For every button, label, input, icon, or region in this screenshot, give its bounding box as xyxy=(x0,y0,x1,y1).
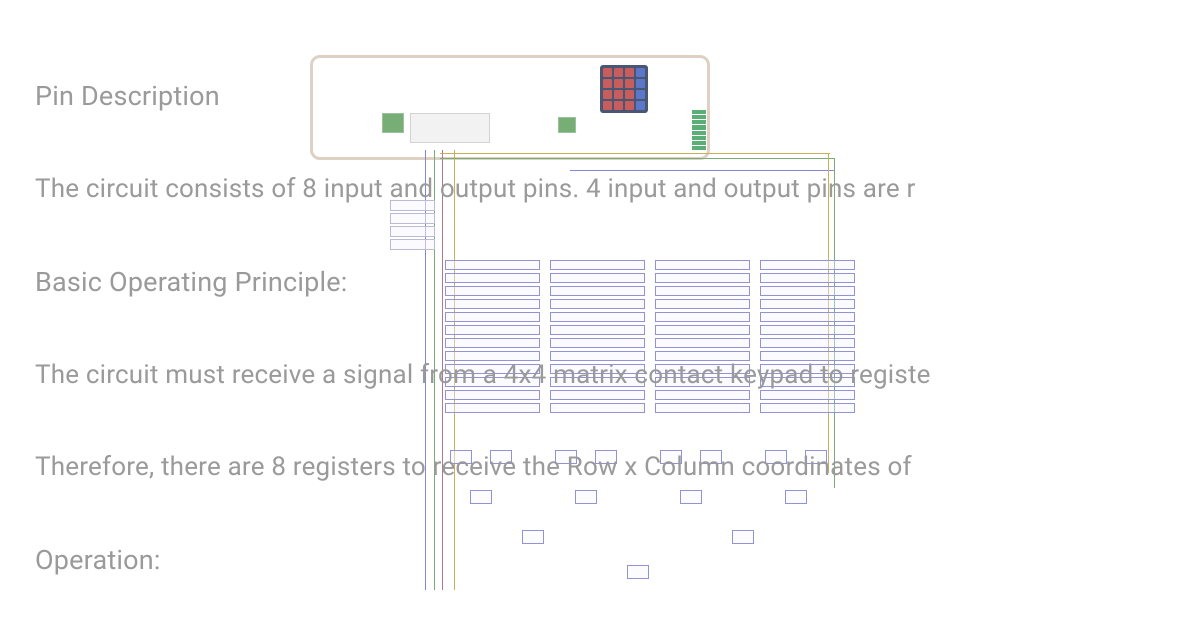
heading-pin-description: Pin Description xyxy=(35,80,1200,112)
paragraph-pins: The circuit consists of 8 input and outp… xyxy=(35,174,1200,204)
heading-operation: Operation: xyxy=(35,544,1200,576)
paragraph-registers: Therefore, there are 8 registers to rece… xyxy=(35,452,1200,482)
paragraph-signal: The circuit must receive a signal from a… xyxy=(35,360,1200,390)
heading-operating-principle: Basic Operating Principle: xyxy=(35,266,1200,298)
description-text-overlay: Pin Description The circuit consists of … xyxy=(0,0,1200,638)
